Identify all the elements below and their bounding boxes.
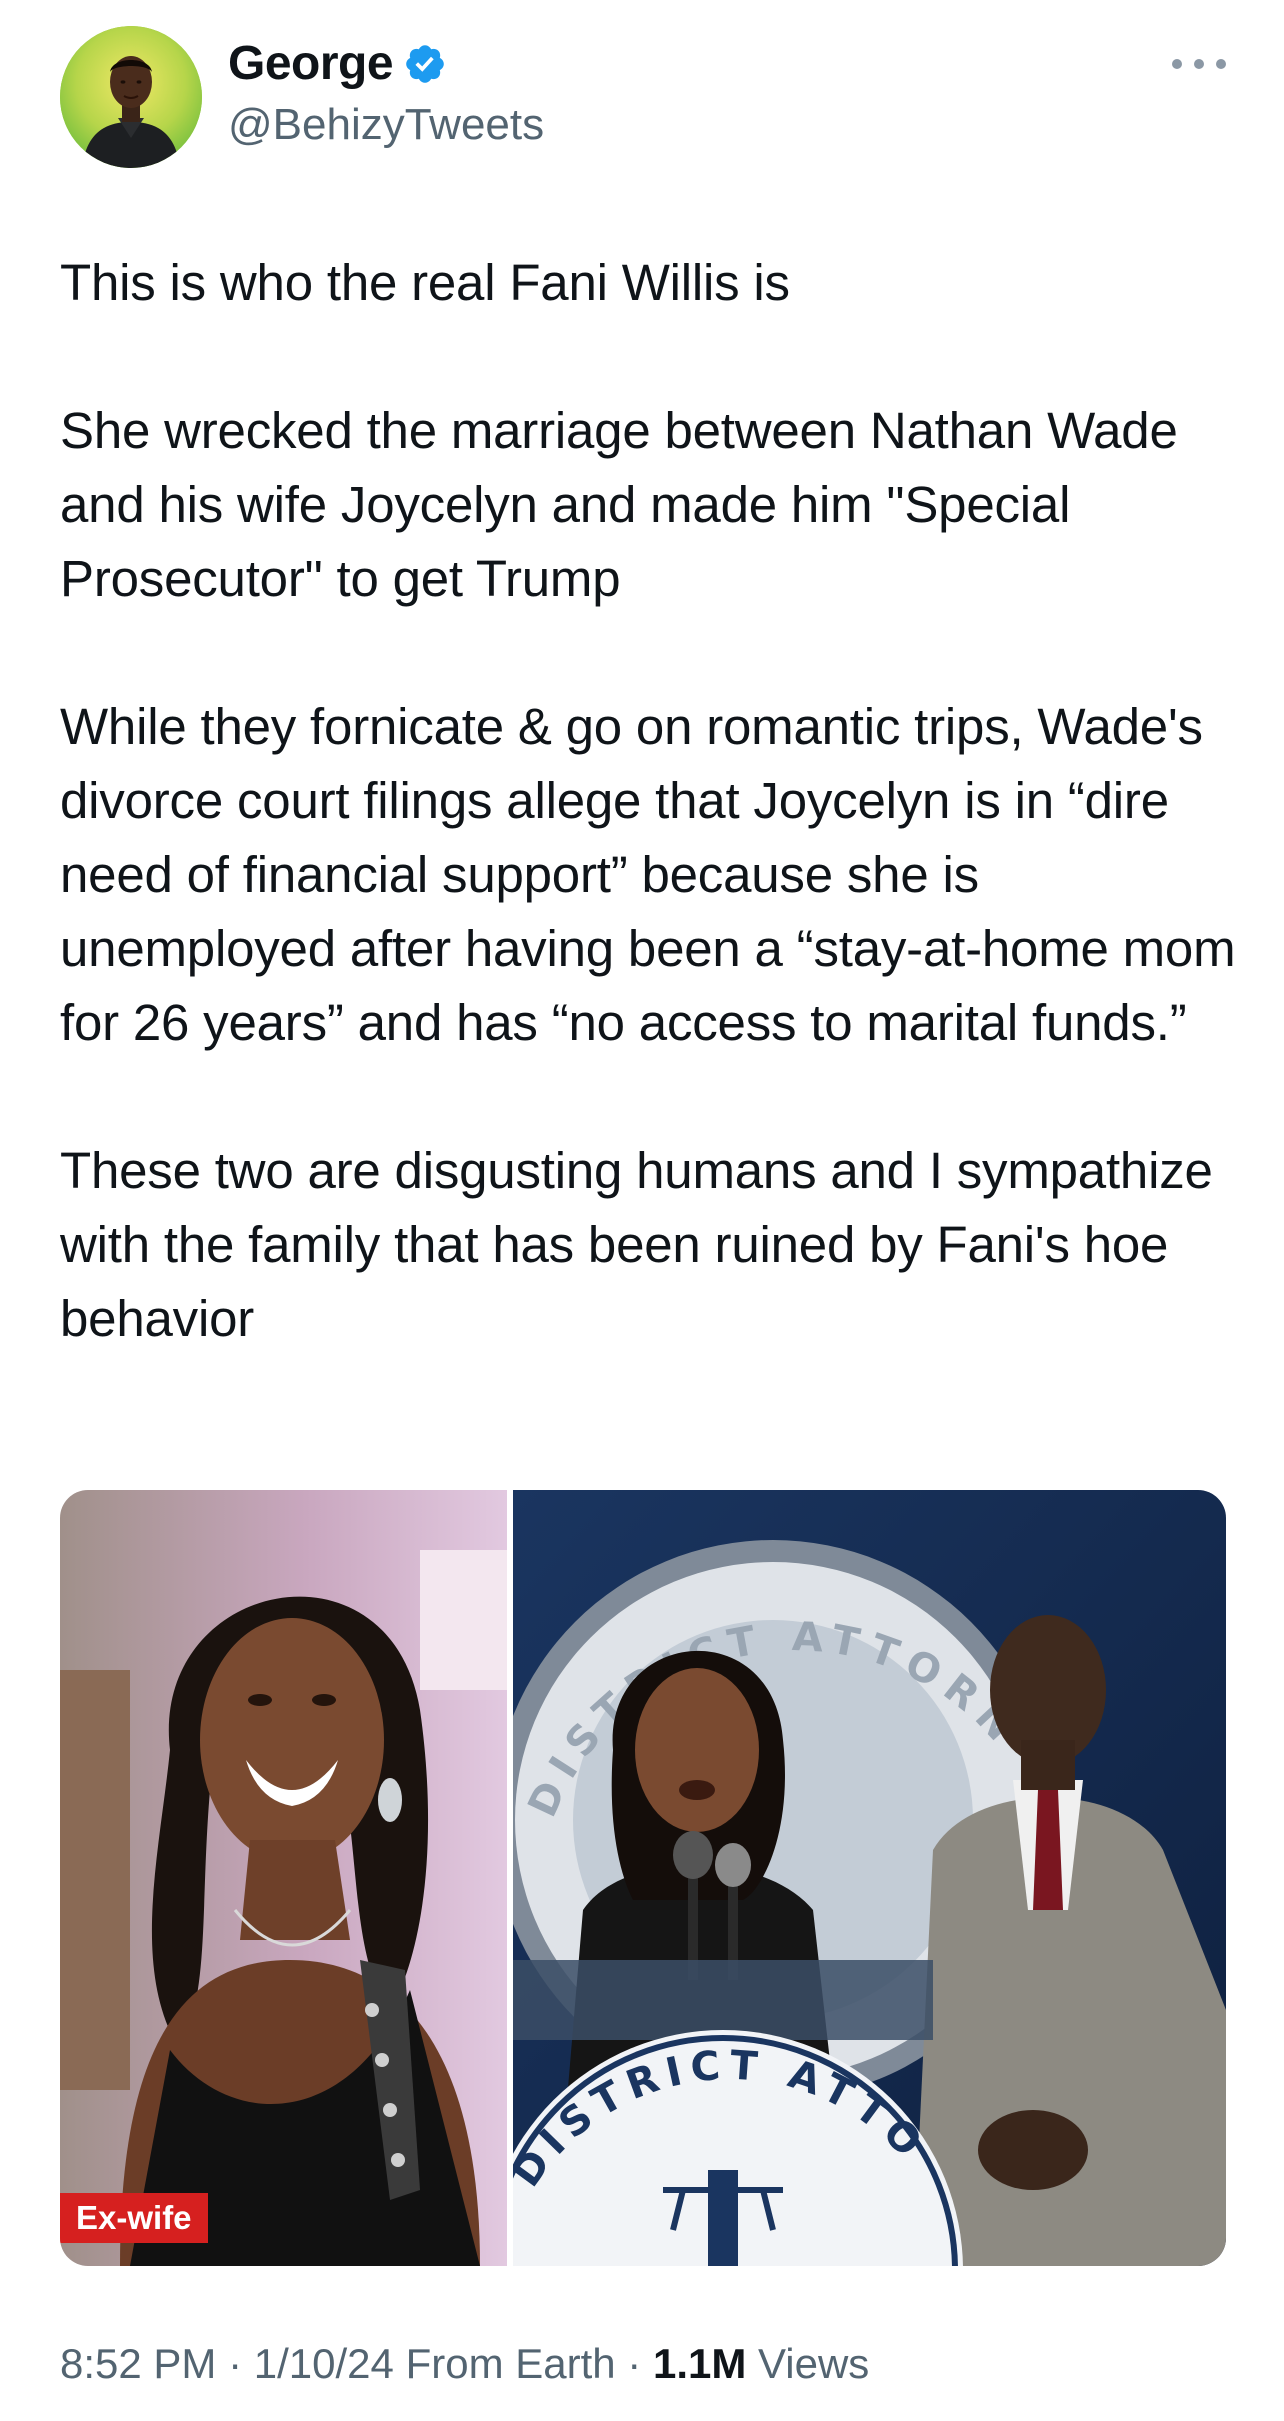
more-options-icon[interactable] [1172,52,1226,76]
more-dot [1216,59,1226,69]
media-photo-left[interactable]: Ex-wife [60,1490,507,2266]
author-name-row[interactable]: George [228,36,447,91]
tweet-container: George @BehizyTweets This is who the rea… [0,0,1284,2421]
ex-wife-badge: Ex-wife [60,2193,208,2243]
meta-separator: · [627,2340,642,2387]
tweet-meta: 8:52 PM · 1/10/24 From Earth · 1.1M View… [60,2340,869,2388]
woman-portrait-image [60,1490,507,2266]
avatar-portrait-icon [60,26,202,168]
tweet-date[interactable]: 1/10/24 [254,2340,394,2387]
author-avatar[interactable] [60,26,202,168]
tweet-text: This is who the real Fani Willis is She … [60,246,1240,1356]
tweet-paragraph: She wrecked the marriage between Nathan … [60,402,1178,607]
views-count: 1.1M [652,2340,747,2387]
press-conference-image: DISTRICT ATTORNEY [513,1490,1226,2266]
more-dot [1172,59,1182,69]
tweet-source: From Earth [405,2340,616,2387]
author-display-name[interactable]: George [228,36,394,91]
author-handle[interactable]: @BehizyTweets [228,100,544,150]
tweet-time[interactable]: 8:52 PM [60,2340,216,2387]
meta-separator: · [228,2340,243,2387]
tweet-paragraph: While they fornicate & go on romantic tr… [60,698,1236,1051]
verified-badge-icon [403,42,447,86]
more-dot [1194,59,1204,69]
tweet-media[interactable]: Ex-wife DISTRICT ATTORNEY [60,1490,1226,2266]
views-label: Views [758,2340,870,2387]
tweet-paragraph: These two are disgusting humans and I sy… [60,1142,1213,1347]
tweet-paragraph: This is who the real Fani Willis is [60,254,790,311]
media-photo-right[interactable]: DISTRICT ATTORNEY [513,1490,1226,2266]
